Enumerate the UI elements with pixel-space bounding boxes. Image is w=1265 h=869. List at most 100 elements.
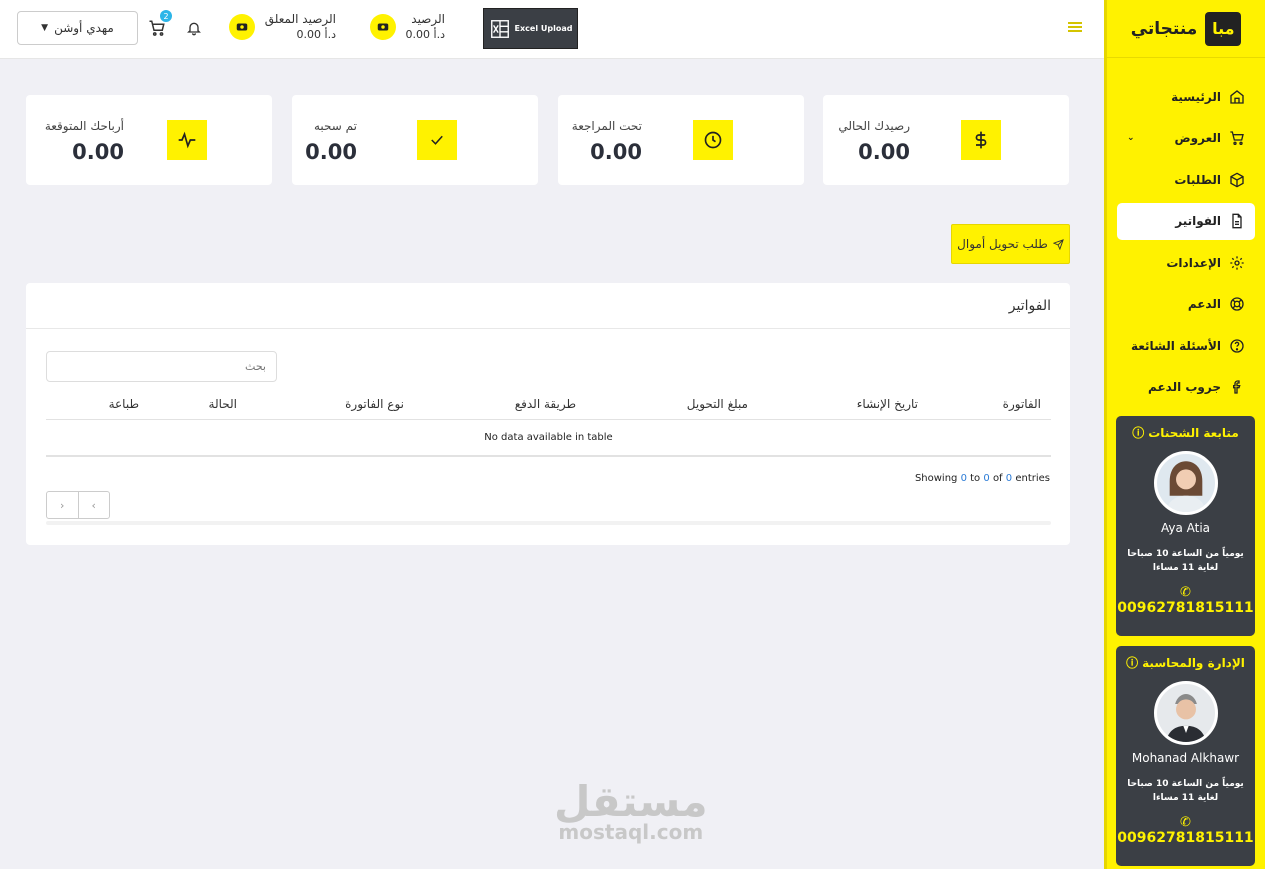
column-header-invoice[interactable]: الفاتورة xyxy=(1003,397,1041,411)
stat-value: 0.00 xyxy=(590,140,642,164)
avatar-woman-image xyxy=(1156,454,1215,512)
dollar-icon xyxy=(961,120,1001,160)
phone-icon: ✆ xyxy=(1180,815,1191,830)
pagination: › ‹ xyxy=(46,491,110,519)
bell-icon[interactable] xyxy=(186,19,202,41)
table-empty-row: No data available in table xyxy=(46,420,1051,457)
column-header-transfer-amount[interactable]: مبلغ التحويل xyxy=(687,397,748,411)
contact-card-title-text: متابعة الشحنات xyxy=(1148,425,1239,440)
pending-balance-display: الرصيد المعلق د.أ 0.00 xyxy=(228,12,336,41)
stat-label: تحت المراجعة xyxy=(571,119,642,133)
user-menu-button[interactable]: مهدي أوشن ▼ xyxy=(17,11,138,45)
sidebar-item-label: الرئيسية xyxy=(1171,89,1221,104)
contact-name: Aya Atia xyxy=(1160,521,1211,535)
sidebar-item-faq[interactable]: الأسئلة الشائعة xyxy=(1117,327,1255,364)
table-header: الفاتورة تاريخ الإنشاء مبلغ التحويل طريق… xyxy=(46,385,1051,420)
table-scrollbar[interactable] xyxy=(46,521,1051,525)
sidebar-item-support[interactable]: الدعم xyxy=(1117,286,1255,323)
balance-display: الرصيد د.أ 0.00 xyxy=(369,12,445,41)
column-header-invoice-type[interactable]: نوع الفاتورة xyxy=(345,397,404,411)
cart-icon xyxy=(1230,131,1244,145)
table-info: Showing 0 to 0 of 0 entries xyxy=(915,473,1050,484)
phone-icon: ✆ xyxy=(1180,585,1191,600)
contact-phone[interactable]: 00962781815111 xyxy=(1116,830,1255,854)
stat-card-expected-profits: أرباحك المتوقعة 0.00 xyxy=(26,95,272,185)
info-icon: ⓘ xyxy=(1132,426,1145,440)
send-icon xyxy=(1052,238,1064,250)
check-icon xyxy=(417,120,457,160)
stat-label: تم سحبه xyxy=(314,119,357,133)
table-info-to-word: to xyxy=(970,473,981,484)
contact-hours-line1: يومياً من الساعة 10 صباحا xyxy=(1127,779,1244,789)
box-icon xyxy=(1230,172,1244,187)
sidebar-item-label: العروض xyxy=(1174,131,1221,145)
top-header: Excel Upload الرصيد د.أ 0.00 الرصيد المع… xyxy=(0,0,1104,59)
watermark: مستقل mostaql.com xyxy=(554,777,708,845)
file-text-icon xyxy=(1232,213,1242,229)
lifebuoy-icon xyxy=(1230,297,1244,311)
pagination-prev-button[interactable]: ‹ xyxy=(79,492,110,518)
brand-logo: مبا xyxy=(1205,11,1242,46)
sidebar-item-label: الفواتير xyxy=(1175,214,1221,228)
request-transfer-button[interactable]: طلب تحويل أموال xyxy=(951,224,1070,264)
sidebar-item-label: جروب الدعم xyxy=(1148,380,1221,394)
sidebar-nav: الرئيسية العروض ⌄ الطلبات الفواتير الإعد… xyxy=(1107,58,1265,406)
table-info-prefix: Showing xyxy=(914,473,958,484)
brand-name: منتجاتي xyxy=(1130,18,1198,39)
brand[interactable]: مبا منتجاتي xyxy=(1107,0,1265,58)
menu-toggle-icon[interactable] xyxy=(1068,22,1082,34)
pending-balance-text: الرصيد المعلق د.أ 0.00 xyxy=(265,12,336,41)
contact-hours-line1: يومياً من الساعة 10 صباحا xyxy=(1127,549,1244,559)
user-name: مهدي أوشن xyxy=(54,21,114,35)
stat-label: رصيدك الحالي xyxy=(838,119,910,133)
wallet-icon xyxy=(369,13,396,40)
sidebar-item-label: الأسئلة الشائعة xyxy=(1131,338,1221,353)
sidebar-item-label: الطلبات xyxy=(1174,172,1221,187)
table-info-from: 0 xyxy=(960,473,967,484)
watermark-arabic: مستقل xyxy=(554,777,708,826)
column-header-created-date[interactable]: تاريخ الإنشاء xyxy=(857,397,918,411)
sidebar-item-invoices[interactable]: الفواتير xyxy=(1117,202,1255,240)
stat-value: 0.00 xyxy=(72,140,124,164)
sidebar-item-home[interactable]: الرئيسية xyxy=(1117,78,1255,115)
sidebar-item-orders[interactable]: الطلبات xyxy=(1117,161,1255,198)
column-header-payment-method[interactable]: طريقة الدفع xyxy=(515,397,576,411)
column-header-print[interactable]: طباعة xyxy=(109,397,139,411)
facebook-icon xyxy=(1233,380,1241,394)
contact-hours: يومياً من الساعة 10 صباحا لغاية 11 مساءا xyxy=(1116,547,1255,575)
contact-phone[interactable]: 00962781815111 xyxy=(1116,600,1255,624)
header-cart-icon[interactable] xyxy=(148,19,166,41)
table-info-suffix: entries xyxy=(1015,473,1050,484)
contact-hours-line2: لغاية 11 مساءا xyxy=(1152,563,1219,573)
contact-card-title: الإدارة والمحاسبة ⓘ xyxy=(1116,646,1255,671)
column-header-status[interactable]: الحالة xyxy=(209,397,237,411)
stat-label: أرباحك المتوقعة xyxy=(44,119,124,133)
sidebar: مبا منتجاتي الرئيسية العروض ⌄ الطلبات ال… xyxy=(1104,0,1265,869)
panel-title: الفواتير xyxy=(26,283,1070,329)
contact-card-shipping: متابعة الشحنات ⓘ Aya Atia يومياً من السا… xyxy=(1116,416,1255,636)
pagination-next-button[interactable]: › xyxy=(47,492,79,518)
contact-hours: يومياً من الساعة 10 صباحا لغاية 11 مساءا xyxy=(1116,777,1255,805)
stat-card-under-review: تحت المراجعة 0.00 xyxy=(558,95,804,185)
cart-count-badge: 2 xyxy=(160,10,172,22)
pending-balance-value: د.أ 0.00 xyxy=(296,28,336,41)
sidebar-item-offers[interactable]: العروض ⌄ xyxy=(1117,120,1255,157)
avatar xyxy=(1153,451,1218,515)
sidebar-item-support-group[interactable]: جروب الدعم xyxy=(1117,369,1255,406)
stat-value: 0.00 xyxy=(305,140,357,164)
request-transfer-label: طلب تحويل أموال xyxy=(957,237,1048,251)
excel-upload-button[interactable]: Excel Upload xyxy=(483,8,578,49)
balance-label: الرصيد xyxy=(411,12,445,26)
contact-card-accounting: الإدارة والمحاسبة ⓘ Mohanad Alkhawr يومي… xyxy=(1116,646,1255,866)
search-input[interactable] xyxy=(46,351,277,382)
home-icon xyxy=(1230,89,1244,104)
watermark-latin: mostaql.com xyxy=(558,820,704,844)
help-circle-icon xyxy=(1230,338,1244,353)
contact-card-title-text: الإدارة والمحاسبة xyxy=(1142,655,1245,670)
contact-hours-line2: لغاية 11 مساءا xyxy=(1152,793,1219,803)
sidebar-item-settings[interactable]: الإعدادات xyxy=(1117,244,1255,281)
table-info-of-word: of xyxy=(992,473,1003,484)
balance-value: د.أ 0.00 xyxy=(405,28,445,41)
gear-icon xyxy=(1230,255,1244,270)
excel-icon xyxy=(490,19,509,38)
